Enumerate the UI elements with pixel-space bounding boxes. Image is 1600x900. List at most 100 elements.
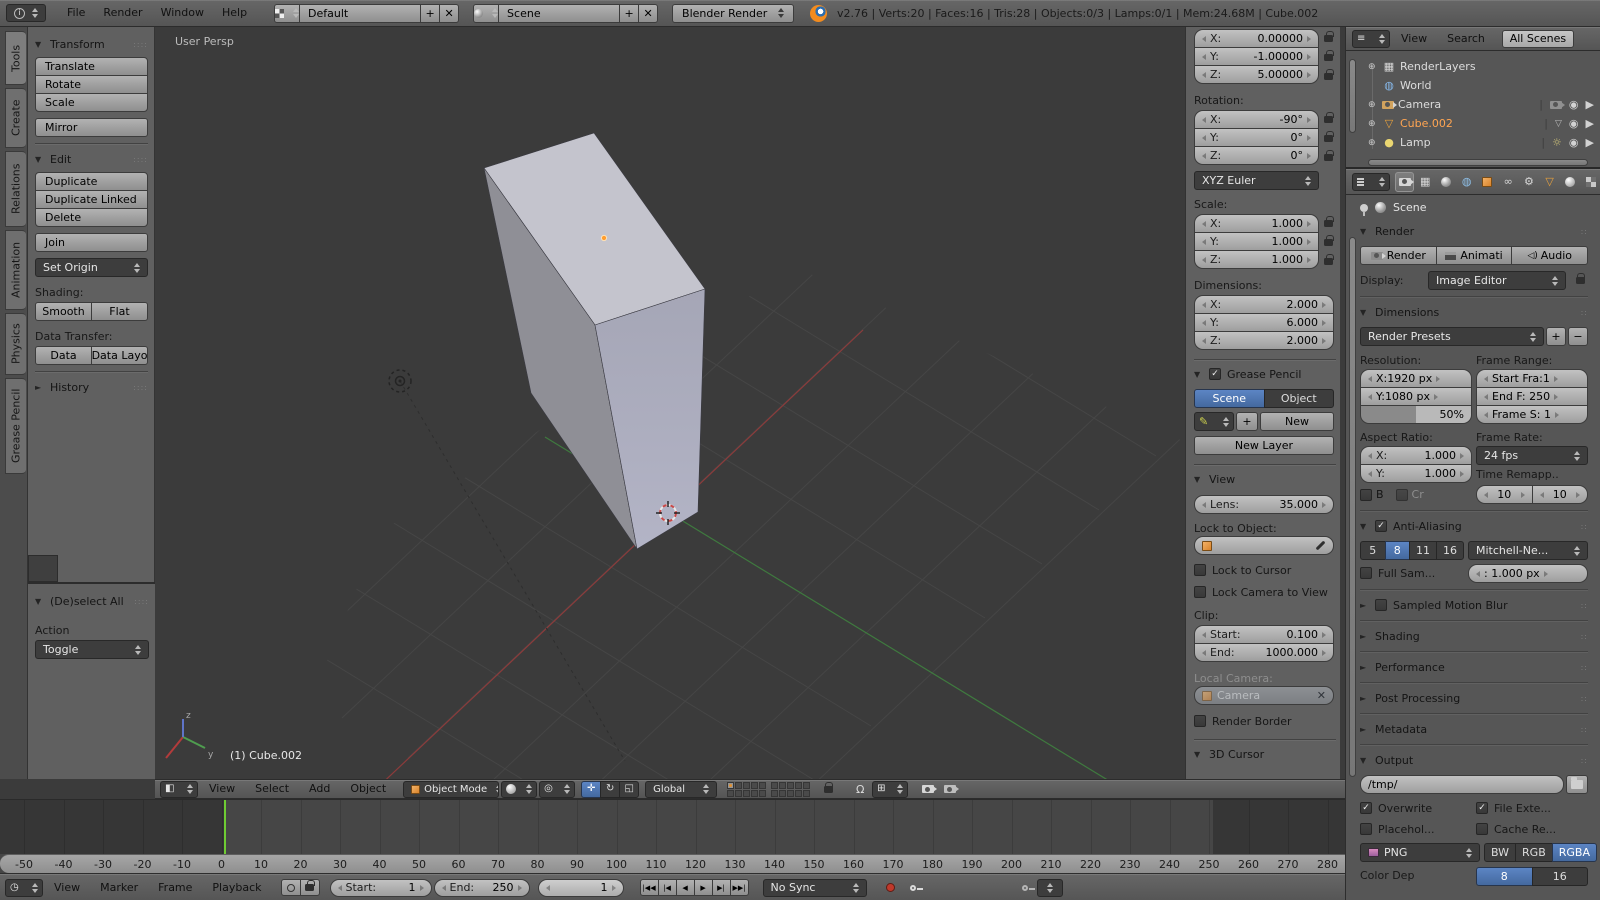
lock-rotation-x-button[interactable] (1321, 110, 1336, 129)
tab-object-data[interactable]: ▽ (1540, 172, 1560, 192)
remove-preset-button[interactable]: − (1568, 327, 1588, 346)
lock-rotation-y-button[interactable] (1321, 129, 1336, 148)
jump-next-keyframe-button[interactable]: ▶| (712, 879, 731, 896)
manipulator-rotate-toggle[interactable]: ↻ (600, 781, 620, 798)
rotation-mode-dropdown[interactable]: XYZ Euler (1194, 171, 1319, 190)
rotation-x-field[interactable]: X:-90° (1194, 110, 1319, 129)
layer-toggle[interactable] (735, 790, 742, 797)
tab-texture[interactable] (1581, 172, 1600, 192)
snap-element-dropdown[interactable]: ⊞ (872, 781, 908, 798)
editor-type-info-dropdown[interactable]: i (6, 4, 46, 22)
tab-object[interactable] (1478, 172, 1498, 192)
panel-drag-dots[interactable]: :: (1581, 632, 1588, 641)
jump-prev-keyframe-button[interactable]: |◀ (658, 879, 677, 896)
lock-camera-checkbox[interactable] (1194, 586, 1206, 598)
lock-location-x-button[interactable] (1321, 29, 1336, 48)
panel-header-output[interactable]: ▼ Output:: (1360, 751, 1588, 769)
layer-toggle[interactable] (751, 782, 758, 789)
rotation-y-field[interactable]: Y:0° (1194, 128, 1319, 147)
jump-to-end-button[interactable]: ▶▶| (730, 879, 749, 896)
menu-tl-marker[interactable]: Marker (91, 878, 147, 898)
panel-header-grease-pencil[interactable]: ▼ ✓ Grease Pencil (1194, 365, 1336, 383)
dimension-x-field[interactable]: X:2.000 (1194, 295, 1334, 314)
gp-new-layer-button[interactable]: New Layer (1194, 436, 1334, 455)
layer-toggle[interactable] (759, 782, 766, 789)
use-preview-range-button[interactable] (281, 879, 301, 896)
aa-filter-dropdown[interactable]: Mitchell-Ne... (1468, 541, 1588, 560)
rotation-z-field[interactable]: Z:0° (1194, 146, 1319, 165)
scale-x-field[interactable]: X:1.000 (1194, 214, 1319, 233)
manipulator-translate-toggle[interactable]: ✛ (581, 781, 601, 798)
location-z-field[interactable]: Z:5.00000 (1194, 65, 1319, 84)
object-origin-dot[interactable] (601, 235, 606, 240)
layer-toggle[interactable] (759, 790, 766, 797)
location-y-field[interactable]: Y:-1.00000 (1194, 47, 1319, 66)
mirror-button[interactable]: Mirror (35, 118, 148, 137)
scene-name[interactable]: Scene (498, 4, 620, 23)
current-frame-marker[interactable] (224, 800, 226, 854)
motion-blur-checkbox[interactable] (1375, 599, 1387, 611)
manipulator-scale-toggle[interactable]: ◱ (619, 781, 639, 798)
frame-end-field[interactable]: End:250 (434, 879, 530, 897)
render-border-row[interactable]: Render Border (1194, 712, 1336, 730)
menu-tl-frame[interactable]: Frame (149, 878, 201, 898)
layer-toggle[interactable] (803, 782, 810, 789)
frame-step-field[interactable]: Frame S: 1 (1476, 405, 1588, 424)
color-mode-rgb[interactable]: RGB (1515, 843, 1553, 862)
auto-keyframe-button[interactable] (881, 878, 901, 897)
insert-keyframe-button[interactable] (1015, 878, 1035, 897)
cache-result-row[interactable]: Cache Re... (1476, 820, 1588, 838)
editor-type-timeline-dropdown[interactable]: ◷ (5, 879, 43, 897)
lock-time-button[interactable] (300, 879, 320, 896)
editor-type-outliner-dropdown[interactable]: ≡ (1352, 30, 1390, 48)
panel-header-transform[interactable]: ▼ Transform:::: (35, 35, 148, 53)
pin-icon[interactable] (1360, 204, 1368, 212)
delete-screen-layout-button[interactable]: ✕ (439, 4, 459, 23)
layer-toggle[interactable] (735, 782, 742, 789)
render-animation-button[interactable] (940, 780, 960, 799)
delete-button[interactable]: Delete (35, 208, 148, 227)
layer-toggle[interactable] (771, 790, 778, 797)
keying-set-dropdown[interactable] (1037, 879, 1063, 897)
layer-toggle[interactable] (787, 790, 794, 797)
render-animation-button[interactable]: Animati (1436, 246, 1513, 265)
join-button[interactable]: Join (35, 233, 148, 252)
outliner-display-mode-dropdown[interactable]: All Scenes (1502, 30, 1574, 48)
lock-to-scene-button[interactable] (818, 780, 838, 799)
crop-checkbox[interactable] (1396, 489, 1408, 501)
lock-camera-row[interactable]: Lock Camera to View (1194, 583, 1336, 601)
outliner-menu-view[interactable]: View (1392, 29, 1436, 49)
panel-header-deselect-all[interactable]: ▼ (De)select All:::: (35, 592, 149, 610)
pivot-point-dropdown[interactable]: ◎ (539, 781, 575, 798)
tab-grease-pencil[interactable]: Grease Pencil (5, 378, 26, 474)
outliner-item-world[interactable]: ◍ World (1356, 76, 1596, 95)
placeholders-row[interactable]: Placehol... (1360, 820, 1472, 838)
anti-aliasing-checkbox[interactable]: ✓ (1375, 520, 1387, 532)
region-splitter-notch[interactable] (28, 555, 58, 582)
color-depth-16[interactable]: 16 (1532, 867, 1589, 886)
snap-toggle-button[interactable]: Ω (850, 780, 870, 799)
tab-modifiers[interactable]: ⚙ (1519, 172, 1539, 192)
layers-widget[interactable] (727, 782, 810, 797)
aspect-x-field[interactable]: X:1.000 (1360, 446, 1472, 465)
layer-toggle[interactable] (743, 790, 750, 797)
menu-object[interactable]: Object (341, 779, 395, 799)
tab-material[interactable] (1561, 172, 1581, 192)
tab-render[interactable] (1395, 172, 1415, 192)
outliner-item-camera[interactable]: ⊕ Camera |◉▶ (1356, 95, 1596, 114)
tab-tools[interactable]: Tools (5, 31, 26, 85)
menu-file[interactable]: File (58, 3, 94, 23)
gp-source-object-toggle[interactable]: Object (1264, 389, 1335, 408)
panel-drag-dots[interactable]: :::: (133, 40, 148, 49)
tab-animation[interactable]: Animation (5, 230, 26, 310)
full-sample-row[interactable]: Full Sam... (1360, 564, 1464, 582)
select-arrow-icon[interactable]: ▶ (1586, 117, 1594, 130)
grease-pencil-checkbox[interactable]: ✓ (1209, 368, 1221, 380)
dimension-y-field[interactable]: Y:6.000 (1194, 313, 1334, 332)
eye-icon[interactable]: ◉ (1569, 117, 1579, 130)
frame-rate-dropdown[interactable]: 24 fps (1476, 446, 1588, 465)
panel-header-3d-cursor[interactable]: ▼ 3D Cursor (1194, 745, 1336, 763)
layer-toggle[interactable] (787, 782, 794, 789)
menu-tl-view[interactable]: View (45, 878, 89, 898)
file-extensions-checkbox[interactable]: ✓ (1476, 802, 1488, 814)
